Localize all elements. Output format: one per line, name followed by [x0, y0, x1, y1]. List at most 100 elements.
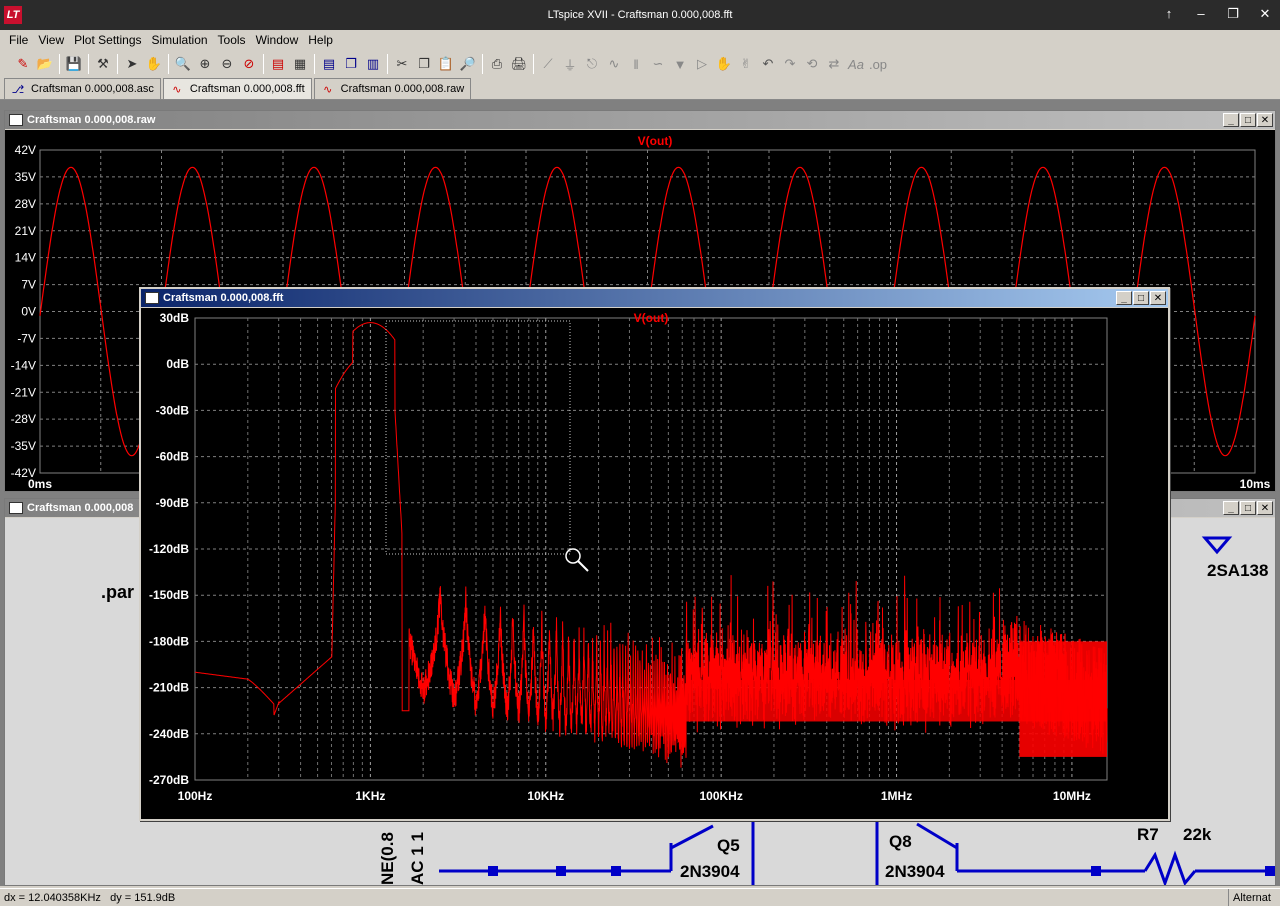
junction[interactable] — [488, 866, 498, 876]
minimize-button[interactable]: _ — [1223, 501, 1239, 515]
minimize-button[interactable]: _ — [1116, 291, 1132, 305]
move-icon[interactable]: ✋ — [713, 53, 735, 75]
save-icon[interactable]: 💾 — [63, 53, 85, 75]
x-tick-label: 0ms — [28, 477, 52, 491]
redo-icon[interactable]: ↷ — [779, 53, 801, 75]
tab-fft[interactable]: ∿ Craftsman 0.000,008.fft — [162, 78, 312, 99]
cursor-delta-readout: dx = 12.040358KHz dy = 151.9dB — [4, 891, 176, 904]
maximize-button[interactable]: □ — [1240, 113, 1256, 127]
spice-directive-icon[interactable]: .op — [867, 53, 889, 75]
menu-view[interactable]: View — [33, 33, 69, 47]
tile-vertical-icon[interactable]: ▥ — [362, 53, 384, 75]
toolbar: ✎ 📂 💾 ⚒ ➤ ✋ 🔍 ⊕ ⊖ ⊘ ▤ ▦ ▤ ❐ ▥ ✂ ❐ 📋 🔎 ⎙ … — [0, 51, 1280, 77]
y-tick-label: -120dB — [149, 542, 189, 556]
maximize-button[interactable]: □ — [1133, 291, 1149, 305]
power-symbol[interactable] — [1201, 536, 1233, 555]
junction[interactable] — [556, 866, 566, 876]
print-preview-icon[interactable]: ⎙ — [486, 53, 508, 75]
source-label[interactable]: NE(0.8 — [378, 832, 397, 885]
close-button[interactable]: ✕ — [1257, 501, 1273, 515]
status-bar: dx = 12.040358KHz dy = 151.9dB Alternat — [0, 888, 1280, 906]
control-panel-icon[interactable]: ⚒ — [92, 53, 114, 75]
component-icon[interactable]: ▷ — [691, 53, 713, 75]
menu-window[interactable]: Window — [251, 33, 304, 47]
menu-tools[interactable]: Tools — [213, 33, 251, 47]
resistor-icon[interactable]: ∿ — [603, 53, 625, 75]
r7-ref-label[interactable]: R7 — [1137, 825, 1159, 844]
y-tick-label: 42V — [15, 143, 36, 157]
minimize-button[interactable]: – — [1192, 6, 1210, 22]
zoom-selection-box — [385, 320, 571, 555]
print-icon[interactable]: 🖨 — [508, 53, 530, 75]
drag-icon[interactable]: ✌ — [735, 53, 757, 75]
zoom-fit-icon[interactable]: ⊘ — [238, 53, 260, 75]
x-tick-label: 1KHz — [355, 789, 385, 803]
junction[interactable] — [1091, 866, 1101, 876]
zoom-area-icon[interactable]: 🔍 — [172, 53, 194, 75]
tab-raw[interactable]: ∿ Craftsman 0.000,008.raw — [313, 78, 472, 99]
y-tick-label: -240dB — [149, 727, 189, 741]
restore-up-icon[interactable]: ↑ — [1160, 6, 1178, 22]
menu-help[interactable]: Help — [303, 33, 338, 47]
zoom-out-icon[interactable]: ⊖ — [216, 53, 238, 75]
halt-icon[interactable]: ✋ — [143, 53, 165, 75]
part-label[interactable]: 2SA138 — [1207, 561, 1268, 580]
schematic-icon: ⎇ — [11, 83, 25, 96]
zoom-in-icon[interactable]: ⊕ — [194, 53, 216, 75]
r7-resistor[interactable] — [1143, 850, 1197, 888]
text-icon[interactable]: Aa — [845, 53, 867, 75]
diode-icon[interactable]: ▼ — [669, 53, 691, 75]
menu-plot-settings[interactable]: Plot Settings — [69, 33, 146, 47]
run-icon[interactable]: ➤ — [121, 53, 143, 75]
inductor-icon[interactable]: ∽ — [647, 53, 669, 75]
paste-icon[interactable]: 📋 — [435, 53, 457, 75]
source-ac-label[interactable]: AC 1 1 — [408, 832, 427, 885]
label-net-icon[interactable]: ⎋ — [581, 53, 603, 75]
q8-model-label[interactable]: 2N3904 — [885, 862, 945, 881]
rotate-icon[interactable]: ⟲ — [801, 53, 823, 75]
window-buttons: _ □ ✕ — [1223, 501, 1275, 515]
open-folder-icon[interactable]: 📂 — [34, 53, 56, 75]
junction[interactable] — [1265, 866, 1275, 876]
q8-ref-label[interactable]: Q8 — [889, 832, 912, 851]
minimize-button[interactable]: _ — [1223, 113, 1239, 127]
q5-model-label[interactable]: 2N3904 — [680, 862, 740, 881]
undo-icon[interactable]: ↶ — [757, 53, 779, 75]
waveform-icon — [145, 292, 159, 304]
cascade-icon[interactable]: ❐ — [340, 53, 362, 75]
fft-plot-svg[interactable]: 30dB 0dB -30dB -60dB -90dB -120dB -150dB -180dB… — [141, 308, 1168, 819]
tab-asc[interactable]: ⎇ Craftsman 0.000,008.asc — [4, 78, 161, 99]
q8-emitter[interactable] — [916, 822, 958, 850]
fft-plot-pane[interactable]: 30dB 0dB -30dB -60dB -90dB -120dB -150dB -180dB… — [141, 308, 1168, 819]
raw-window-titlebar[interactable]: Craftsman 0.000,008.raw _ □ ✕ — [5, 111, 1275, 129]
menu-file[interactable]: File — [4, 33, 33, 47]
copy-icon[interactable]: ❐ — [413, 53, 435, 75]
ground-icon[interactable]: ⏚ — [559, 53, 581, 75]
wire-icon[interactable]: ⟋ — [537, 53, 559, 75]
mirror-icon[interactable]: ⇄ — [823, 53, 845, 75]
close-button[interactable]: ✕ — [1257, 113, 1273, 127]
close-button[interactable]: ✕ — [1256, 6, 1274, 22]
fft-window-titlebar[interactable]: Craftsman 0.000,008.fft _ □ ✕ — [141, 289, 1168, 307]
y-tick-label: -35V — [11, 439, 36, 453]
param-directive[interactable]: .par — [101, 582, 134, 602]
waveform-icon — [9, 114, 23, 126]
capacitor-icon[interactable]: ‖ — [625, 53, 647, 75]
fft-plot-window[interactable]: Craftsman 0.000,008.fft _ □ ✕ 30dB 0dB -30… — [139, 287, 1170, 821]
menu-simulation[interactable]: Simulation — [147, 33, 213, 47]
maximize-button[interactable]: □ — [1240, 501, 1256, 515]
y-tick-label: 21V — [15, 224, 36, 238]
maximize-button[interactable]: ❐ — [1224, 6, 1242, 22]
new-schematic-icon[interactable]: ✎ — [12, 53, 34, 75]
close-button[interactable]: ✕ — [1150, 291, 1166, 305]
q5-ref-label[interactable]: Q5 — [717, 836, 740, 855]
r7-value-label[interactable]: 22k — [1183, 825, 1212, 844]
y-tick-label: 7V — [21, 278, 36, 292]
cut-icon[interactable]: ✂ — [391, 53, 413, 75]
junction[interactable] — [611, 866, 621, 876]
q5-collector[interactable] — [670, 824, 714, 850]
autorange-icon[interactable]: ▤ — [267, 53, 289, 75]
tile-horizontal-icon[interactable]: ▤ — [318, 53, 340, 75]
find-icon[interactable]: 🔎 — [457, 53, 479, 75]
grid-icon[interactable]: ▦ — [289, 53, 311, 75]
